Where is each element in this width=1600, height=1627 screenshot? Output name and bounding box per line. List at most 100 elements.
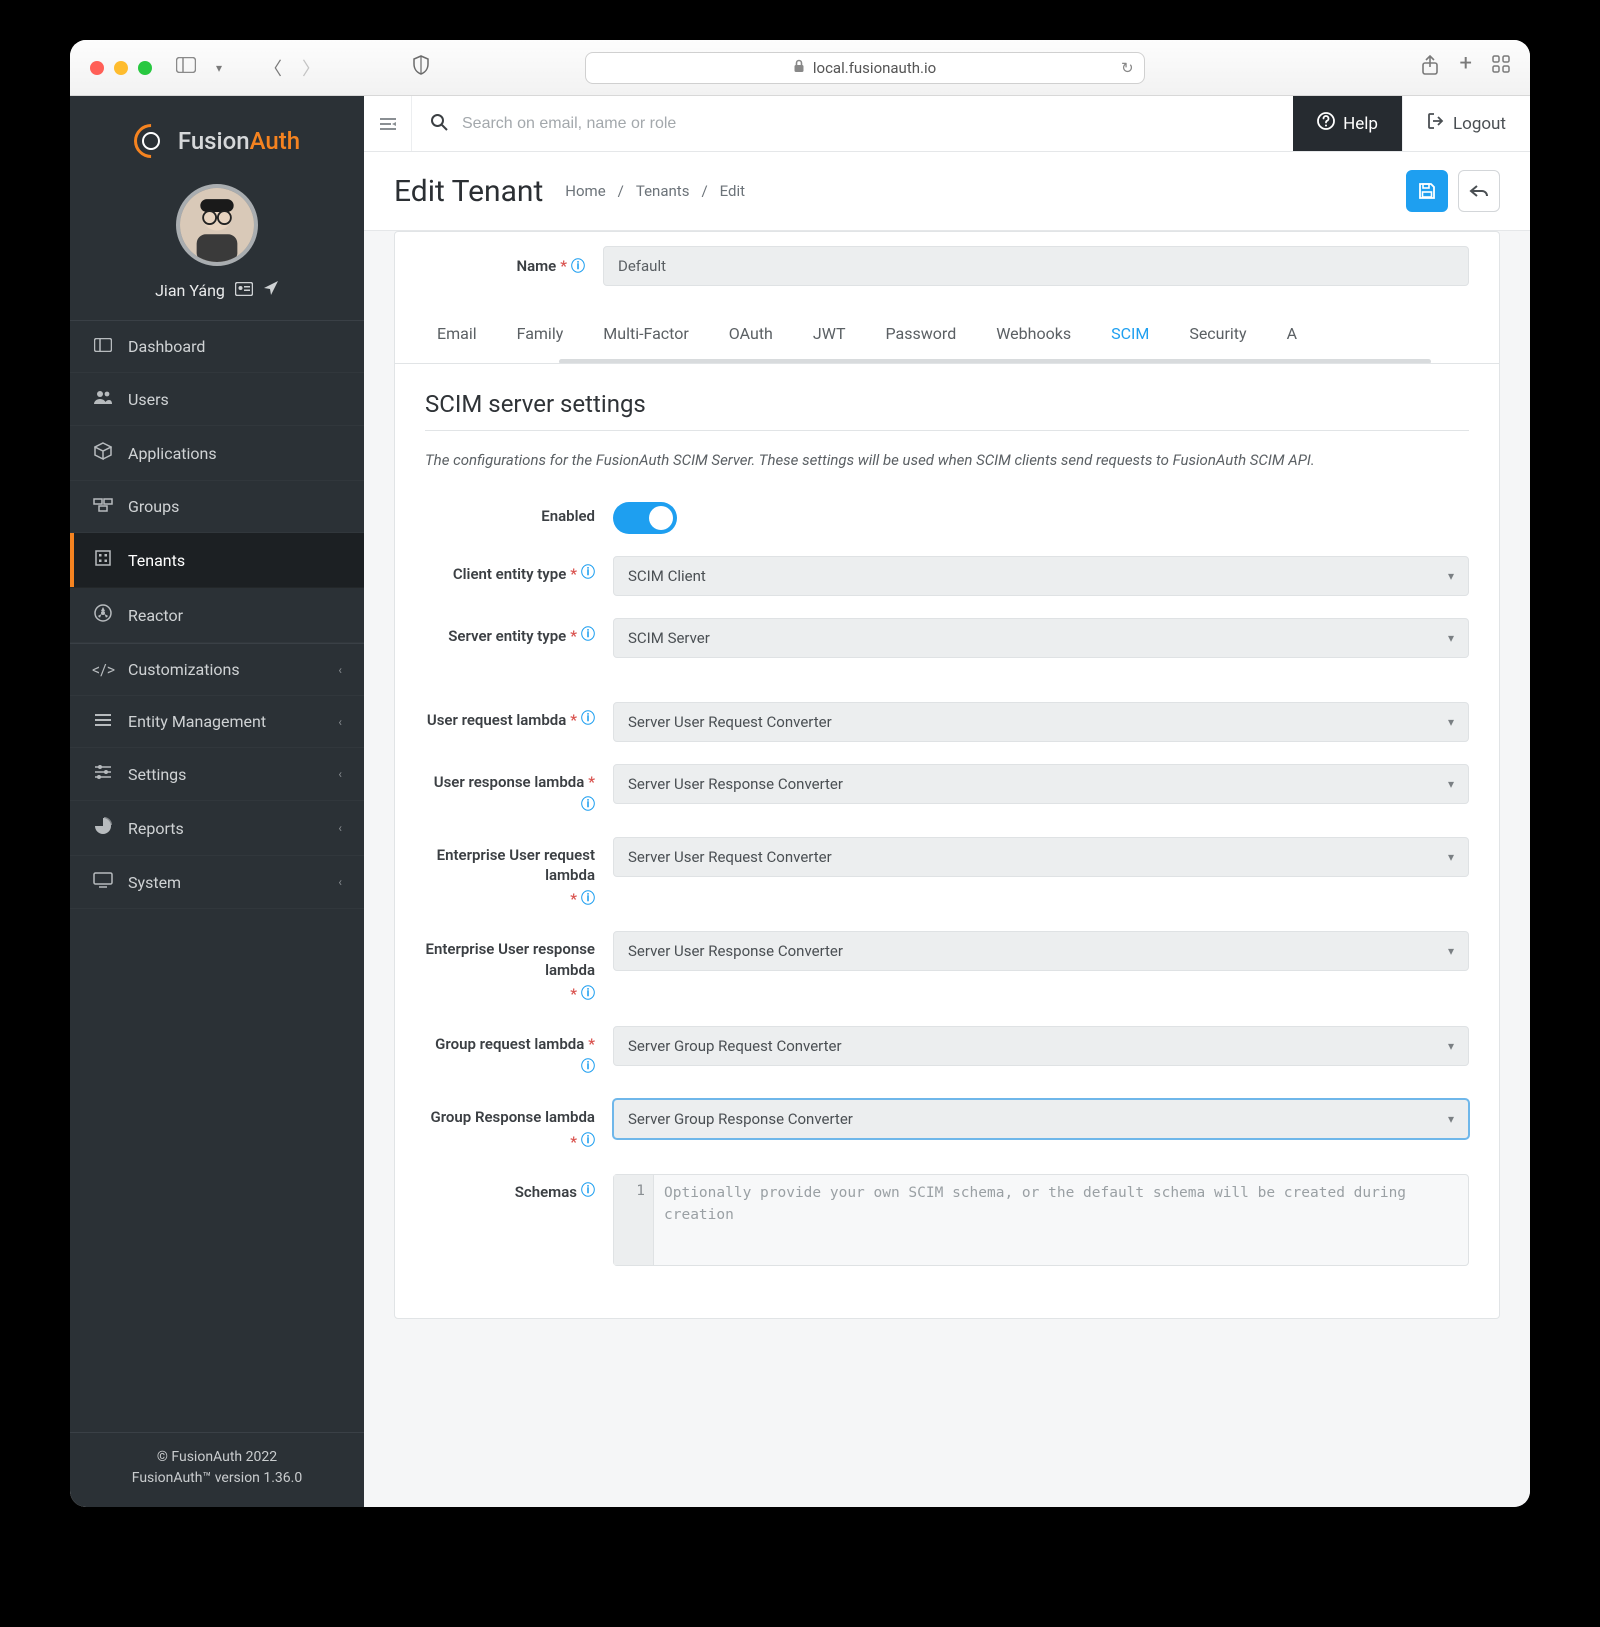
info-icon[interactable]: ⓘ xyxy=(581,1132,595,1151)
logout-icon xyxy=(1427,112,1445,135)
chevron-down-icon[interactable]: ▾ xyxy=(208,57,230,79)
share-icon[interactable] xyxy=(1421,55,1439,80)
maximize-window-icon[interactable] xyxy=(138,61,152,75)
info-icon[interactable]: ⓘ xyxy=(581,1058,595,1077)
back-button[interactable] xyxy=(1458,170,1500,212)
sidebar-toggle-icon[interactable] xyxy=(168,53,204,82)
info-icon[interactable]: ⓘ xyxy=(581,890,595,909)
info-icon[interactable]: ⓘ xyxy=(581,564,595,583)
sidebar-item-label: Dashboard xyxy=(128,337,205,356)
tab-webhooks[interactable]: Webhooks xyxy=(976,308,1091,363)
sidebar-item-label: Reactor xyxy=(128,606,183,625)
tab-jwt[interactable]: JWT xyxy=(793,308,866,363)
tab-oauth[interactable]: OAuth xyxy=(709,308,793,363)
close-window-icon[interactable] xyxy=(90,61,104,75)
help-button[interactable]: Help xyxy=(1293,96,1402,151)
sidebar-item-system[interactable]: System‹ xyxy=(70,856,364,909)
browser-window: ▾ 〈 〉 local.fusionauth.io ↻ + xyxy=(70,40,1530,1507)
breadcrumb: Home/ Tenants/ Edit xyxy=(565,182,745,200)
brand-text-a: Fusion xyxy=(178,127,250,155)
nav-back-icon[interactable]: 〈 xyxy=(256,51,290,85)
sidebar-item-reports[interactable]: Reports‹ xyxy=(70,801,364,856)
info-icon[interactable]: ⓘ xyxy=(581,796,595,815)
tab-email[interactable]: Email xyxy=(417,308,497,363)
sidebar-item-groups[interactable]: Groups xyxy=(70,481,364,533)
chevron-down-icon: ▾ xyxy=(1448,944,1454,958)
sidebar-item-customizations[interactable]: </>Customizations‹ xyxy=(70,644,364,696)
tab-password[interactable]: Password xyxy=(866,308,977,363)
lambda-5-select[interactable]: Server Group Response Converter▾ xyxy=(613,1099,1469,1139)
lambda-1-label: User response lambda* ⓘ xyxy=(425,764,595,815)
sidebar-item-label: Reports xyxy=(128,819,184,838)
dashboard-icon xyxy=(92,337,114,356)
window-controls xyxy=(90,61,152,75)
chevron-down-icon: ▾ xyxy=(1448,1039,1454,1053)
chevron-down-icon: ▾ xyxy=(1448,631,1454,645)
sidebar-item-label: Users xyxy=(128,390,169,409)
lambda-4-label: Group request lambda* ⓘ xyxy=(425,1026,595,1077)
location-arrow-icon[interactable] xyxy=(263,280,279,300)
page-header: Edit Tenant Home/ Tenants/ Edit xyxy=(364,152,1530,231)
topbar: Help Logout xyxy=(364,96,1530,152)
building-icon xyxy=(92,549,114,571)
scim-section: SCIM server settings The configurations … xyxy=(395,364,1499,1318)
info-icon[interactable]: ⓘ xyxy=(581,626,595,645)
logout-label: Logout xyxy=(1453,114,1506,134)
tab-multi-factor[interactable]: Multi-Factor xyxy=(583,308,709,363)
help-icon xyxy=(1317,112,1335,135)
logout-button[interactable]: Logout xyxy=(1402,96,1530,151)
collapse-sidebar-icon[interactable] xyxy=(364,96,412,151)
schemas-editor[interactable]: 1 Optionally provide your own SCIM schem… xyxy=(613,1174,1469,1266)
search-input[interactable] xyxy=(462,115,1275,133)
sidebar-item-entity-management[interactable]: Entity Management ‹ xyxy=(70,696,364,748)
name-field[interactable]: Default xyxy=(603,246,1469,286)
chevron-down-icon: ▾ xyxy=(1448,715,1454,729)
save-button[interactable] xyxy=(1406,170,1448,212)
sidebar-item-label: Entity Management xyxy=(128,712,266,731)
tab-scim[interactable]: SCIM xyxy=(1091,308,1169,364)
entity-type-1-select[interactable]: SCIM Server▾ xyxy=(613,618,1469,658)
nav-forward-icon[interactable]: 〉 xyxy=(294,51,328,85)
shield-icon[interactable] xyxy=(404,51,438,84)
tab-a[interactable]: A xyxy=(1267,308,1317,363)
brand-logo-icon xyxy=(127,117,175,165)
tab-overview-icon[interactable] xyxy=(1492,55,1510,80)
sidebar-item-applications[interactable]: Applications xyxy=(70,426,364,481)
info-icon[interactable]: ⓘ xyxy=(581,710,595,729)
chevron-left-icon: ‹ xyxy=(338,715,342,729)
sidebar-footer: © FusionAuth 2022 FusionAuth™ version 1.… xyxy=(70,1432,364,1507)
avatar[interactable] xyxy=(176,184,258,266)
entity-type-0-select[interactable]: SCIM Client▾ xyxy=(613,556,1469,596)
enabled-label: Enabled xyxy=(425,498,595,526)
tab-family[interactable]: Family xyxy=(497,308,584,363)
id-card-icon[interactable] xyxy=(235,281,253,300)
line-number: 1 xyxy=(614,1175,654,1265)
info-icon[interactable]: ⓘ xyxy=(581,1182,595,1201)
page-title: Edit Tenant xyxy=(394,174,543,209)
url-bar[interactable]: local.fusionauth.io ↻ xyxy=(585,52,1145,84)
app-sidebar: FusionAuth Jian Yáng Dashboard Users App… xyxy=(70,96,364,1507)
lock-icon xyxy=(793,59,805,77)
lambda-0-select[interactable]: Server User Request Converter▾ xyxy=(613,702,1469,742)
sidebar-item-users[interactable]: Users xyxy=(70,373,364,426)
sidebar-nav: Dashboard Users Applications Groups Tena… xyxy=(70,320,364,1432)
sidebar-item-dashboard[interactable]: Dashboard xyxy=(70,321,364,373)
minimize-window-icon[interactable] xyxy=(114,61,128,75)
breadcrumb-home[interactable]: Home xyxy=(565,182,605,200)
brand-text-b: Auth xyxy=(250,127,300,155)
enabled-toggle[interactable] xyxy=(613,502,677,534)
sidebar-item-reactor[interactable]: Reactor xyxy=(70,588,364,643)
lambda-1-select[interactable]: Server User Response Converter▾ xyxy=(613,764,1469,804)
info-icon[interactable]: ⓘ xyxy=(581,985,595,1004)
lambda-2-select[interactable]: Server User Request Converter▾ xyxy=(613,837,1469,877)
sidebar-item-tenants[interactable]: Tenants xyxy=(70,533,364,588)
tab-security[interactable]: Security xyxy=(1169,308,1266,363)
sidebar-item-settings[interactable]: Settings‹ xyxy=(70,748,364,801)
lambda-4-select[interactable]: Server Group Request Converter▾ xyxy=(613,1026,1469,1066)
sidebar-item-label: Groups xyxy=(128,497,179,516)
breadcrumb-tenants[interactable]: Tenants xyxy=(636,182,690,200)
new-tab-icon[interactable]: + xyxy=(1459,55,1471,80)
reload-icon[interactable]: ↻ xyxy=(1121,59,1134,77)
info-icon[interactable]: ⓘ xyxy=(571,256,585,276)
lambda-3-select[interactable]: Server User Response Converter▾ xyxy=(613,931,1469,971)
